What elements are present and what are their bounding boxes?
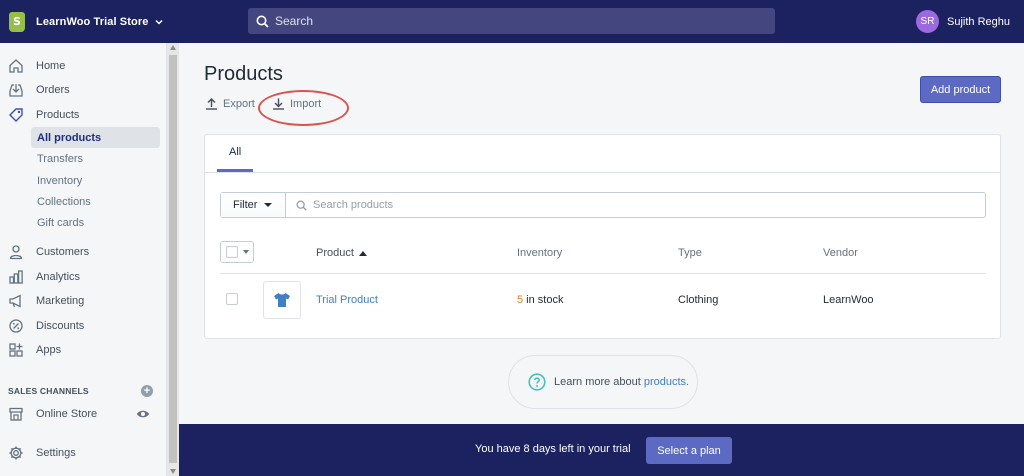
sidebar-item-label: Apps bbox=[36, 344, 62, 356]
sidebar-item-label: Online Store bbox=[36, 408, 98, 420]
sidebar-item-analytics[interactable]: Analytics bbox=[0, 266, 167, 288]
top-bar: LearnWoo Trial Store Search SR Sujith Re… bbox=[0, 0, 1024, 43]
annotation-highlight-oval bbox=[258, 90, 349, 126]
learn-more-link[interactable]: products. bbox=[644, 376, 689, 388]
sidebar-subitem-gift-cards[interactable]: Gift cards bbox=[31, 212, 160, 233]
sidebar-item-customers[interactable]: Customers bbox=[0, 241, 167, 263]
tab-divider bbox=[205, 172, 1000, 173]
search-products-placeholder: Search products bbox=[313, 199, 394, 211]
store-switcher[interactable]: LearnWoo Trial Store bbox=[0, 0, 180, 43]
product-search-input[interactable]: Search products bbox=[286, 193, 393, 217]
sidebar-item-settings[interactable]: Settings bbox=[0, 442, 167, 464]
filter-button[interactable]: Filter bbox=[221, 193, 286, 217]
filter-search-bar: Filter Search products bbox=[220, 192, 986, 218]
user-name: Sujith Reghu bbox=[947, 15, 1010, 28]
export-label: Export bbox=[223, 97, 255, 110]
sidebar-item-marketing[interactable]: Marketing bbox=[0, 290, 167, 312]
export-icon bbox=[206, 98, 217, 110]
discount-icon bbox=[9, 319, 23, 333]
column-header-label: Product bbox=[316, 247, 354, 259]
product-name-link[interactable]: Trial Product bbox=[316, 294, 378, 306]
search-icon bbox=[256, 15, 269, 28]
page-title: Products bbox=[204, 63, 283, 85]
sales-channels-heading: SALES CHANNELS + bbox=[8, 385, 153, 397]
select-plan-button[interactable]: Select a plan bbox=[646, 437, 732, 464]
column-header-vendor: Vendor bbox=[823, 247, 858, 259]
sales-channels-label: SALES CHANNELS bbox=[8, 386, 89, 396]
trial-banner: You have 8 days left in your trial Selec… bbox=[179, 424, 1024, 476]
bulk-select-dropdown[interactable] bbox=[220, 241, 254, 263]
sidebar-item-orders[interactable]: Orders bbox=[0, 79, 167, 101]
header-divider bbox=[220, 273, 986, 274]
apps-icon bbox=[9, 343, 23, 357]
sidebar-item-label: Customers bbox=[36, 246, 90, 258]
filter-label: Filter bbox=[233, 199, 258, 211]
caret-down-icon bbox=[243, 250, 249, 254]
sidebar-item-label: Products bbox=[36, 109, 80, 121]
table-row bbox=[226, 293, 238, 305]
row-checkbox[interactable] bbox=[226, 293, 238, 305]
sidebar-item-label: Discounts bbox=[36, 320, 85, 332]
person-icon bbox=[9, 245, 23, 260]
search-icon bbox=[296, 199, 307, 211]
search-placeholder: Search bbox=[275, 14, 314, 28]
select-all-checkbox[interactable] bbox=[226, 246, 238, 258]
inventory-cell: 5 in stock bbox=[517, 294, 563, 306]
sidebar-item-apps[interactable]: Apps bbox=[0, 339, 167, 361]
sidebar-item-discounts[interactable]: Discounts bbox=[0, 315, 167, 337]
tab-all[interactable]: All bbox=[217, 135, 254, 172]
column-header-inventory: Inventory bbox=[517, 247, 563, 259]
sidebar-item-label: Orders bbox=[36, 84, 70, 96]
stock-suffix: in stock bbox=[523, 294, 564, 306]
caret-down-icon bbox=[264, 203, 273, 207]
column-header-type: Type bbox=[678, 247, 702, 259]
sidebar-scrollbar[interactable] bbox=[167, 43, 179, 476]
learn-more-callout: Learn more about products. bbox=[508, 355, 698, 409]
sidebar-item-label: Home bbox=[36, 60, 66, 72]
sort-ascending-icon bbox=[358, 250, 367, 256]
user-menu[interactable]: SR Sujith Reghu bbox=[916, 0, 1024, 43]
trial-message: You have 8 days left in your trial bbox=[475, 443, 631, 455]
eye-icon[interactable] bbox=[136, 407, 150, 421]
sidebar-subitem-inventory[interactable]: Inventory bbox=[31, 170, 160, 191]
sidebar-item-label: Settings bbox=[36, 447, 76, 459]
sidebar-subitem-collections[interactable]: Collections bbox=[31, 191, 160, 212]
add-product-button[interactable]: Add product bbox=[920, 76, 1001, 103]
scrollbar-thumb[interactable] bbox=[169, 55, 177, 463]
chevron-down-icon bbox=[155, 19, 163, 25]
bar-chart-icon bbox=[9, 270, 23, 284]
product-thumbnail[interactable] bbox=[263, 281, 301, 319]
shopify-logo-icon bbox=[9, 11, 25, 32]
learn-more-text: Learn more about bbox=[554, 376, 641, 388]
type-cell: Clothing bbox=[678, 294, 719, 306]
store-icon bbox=[9, 407, 23, 421]
products-card: All Filter Search products Product Inven… bbox=[204, 134, 1001, 339]
tag-icon bbox=[9, 108, 23, 122]
tshirt-icon bbox=[274, 293, 290, 307]
orders-icon bbox=[9, 84, 23, 97]
megaphone-icon bbox=[9, 294, 21, 308]
column-header-product[interactable]: Product bbox=[316, 247, 367, 259]
sidebar-item-products[interactable]: Products bbox=[0, 104, 167, 126]
export-button[interactable]: Export bbox=[205, 97, 255, 110]
global-search-input[interactable]: Search bbox=[248, 8, 775, 34]
help-icon bbox=[528, 373, 546, 391]
sidebar: Home Orders Products All products Transf… bbox=[0, 43, 167, 476]
sidebar-item-label: Marketing bbox=[36, 295, 85, 307]
avatar: SR bbox=[916, 10, 939, 33]
add-channel-icon[interactable]: + bbox=[141, 385, 153, 397]
gear-icon bbox=[9, 446, 23, 460]
home-icon bbox=[9, 59, 23, 73]
sidebar-subitem-transfers[interactable]: Transfers bbox=[31, 148, 160, 169]
vendor-cell: LearnWoo bbox=[823, 294, 874, 306]
sidebar-subitem-all-products[interactable]: All products bbox=[31, 127, 160, 148]
sidebar-item-online-store[interactable]: Online Store bbox=[0, 403, 167, 425]
sidebar-item-label: Analytics bbox=[36, 271, 81, 283]
store-name: LearnWoo Trial Store bbox=[36, 15, 149, 28]
scroll-down-arrow-icon[interactable] bbox=[170, 469, 176, 474]
scroll-up-arrow-icon[interactable] bbox=[170, 45, 176, 50]
sidebar-item-home[interactable]: Home bbox=[0, 55, 167, 77]
